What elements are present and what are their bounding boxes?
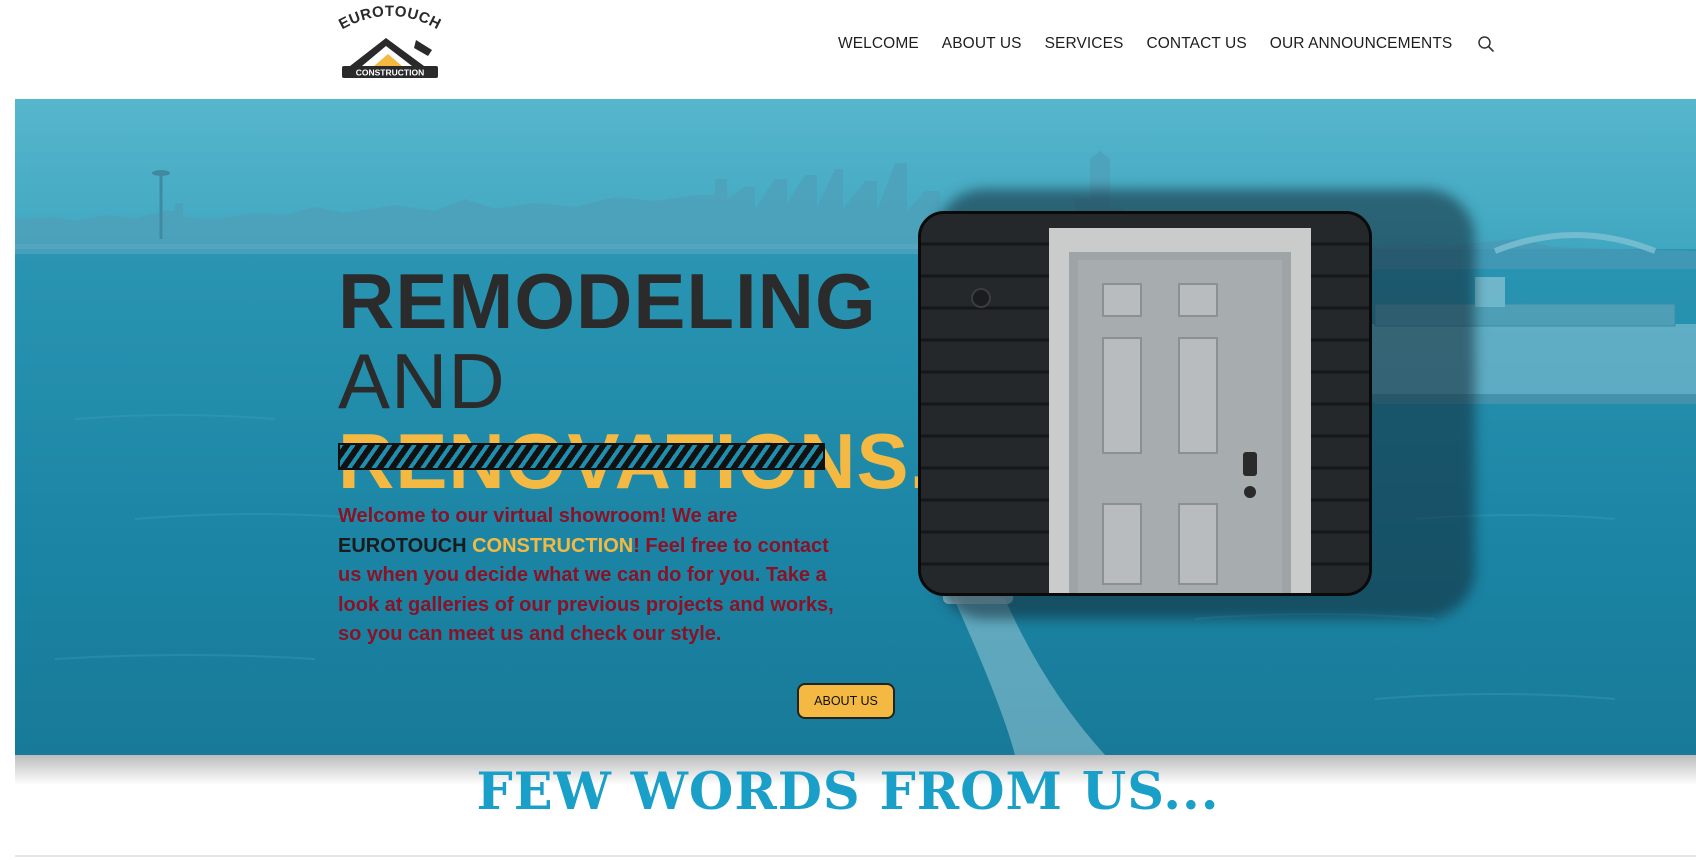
intro-paragraph: Welcome to our virtual showroom! We are … [338, 502, 848, 650]
site-logo[interactable]: EUROTOUCH CONSTRUCTION [328, 3, 452, 84]
house-roof-logo-icon: EUROTOUCH CONSTRUCTION [336, 3, 444, 78]
nav-item-contact-us[interactable]: CONTACT US [1146, 35, 1246, 53]
nav-item-services[interactable]: SERVICES [1045, 35, 1124, 53]
site-header: EUROTOUCH CONSTRUCTION WELCOME ABOUT US … [0, 0, 1696, 98]
headline-and: AND [338, 337, 506, 425]
svg-text:CONSTRUCTION: CONSTRUCTION [356, 68, 424, 78]
about-us-button[interactable]: ABOUT US [797, 683, 895, 719]
svg-text:EUROTOUCH: EUROTOUCH [336, 4, 444, 33]
search-icon[interactable] [1477, 35, 1495, 53]
nav-item-about-us[interactable]: ABOUT US [942, 35, 1022, 53]
hazard-stripe-divider [338, 443, 825, 470]
nav-item-our-announcements[interactable]: OUR ANNOUNCEMENTS [1270, 35, 1453, 53]
nav-item-welcome[interactable]: WELCOME [838, 35, 919, 53]
intro-text-start: Welcome to our virtual showroom! We are [338, 505, 738, 527]
section-title: FEW WORDS FROM US... [476, 762, 1220, 822]
white-door-image [921, 214, 1369, 593]
section-bottom-line [15, 855, 1696, 857]
headline-remodeling: REMODELING [338, 257, 877, 345]
door-photo [918, 211, 1372, 596]
brand-name-eurotouch: EUROTOUCH [338, 534, 467, 557]
brand-name-construction: CONSTRUCTION [472, 534, 634, 557]
main-nav: WELCOME ABOUT US SERVICES CONTACT US OUR… [838, 30, 1495, 58]
hero-section: REMODELING AND RENOVATIONS. Welcome to o… [15, 99, 1696, 755]
